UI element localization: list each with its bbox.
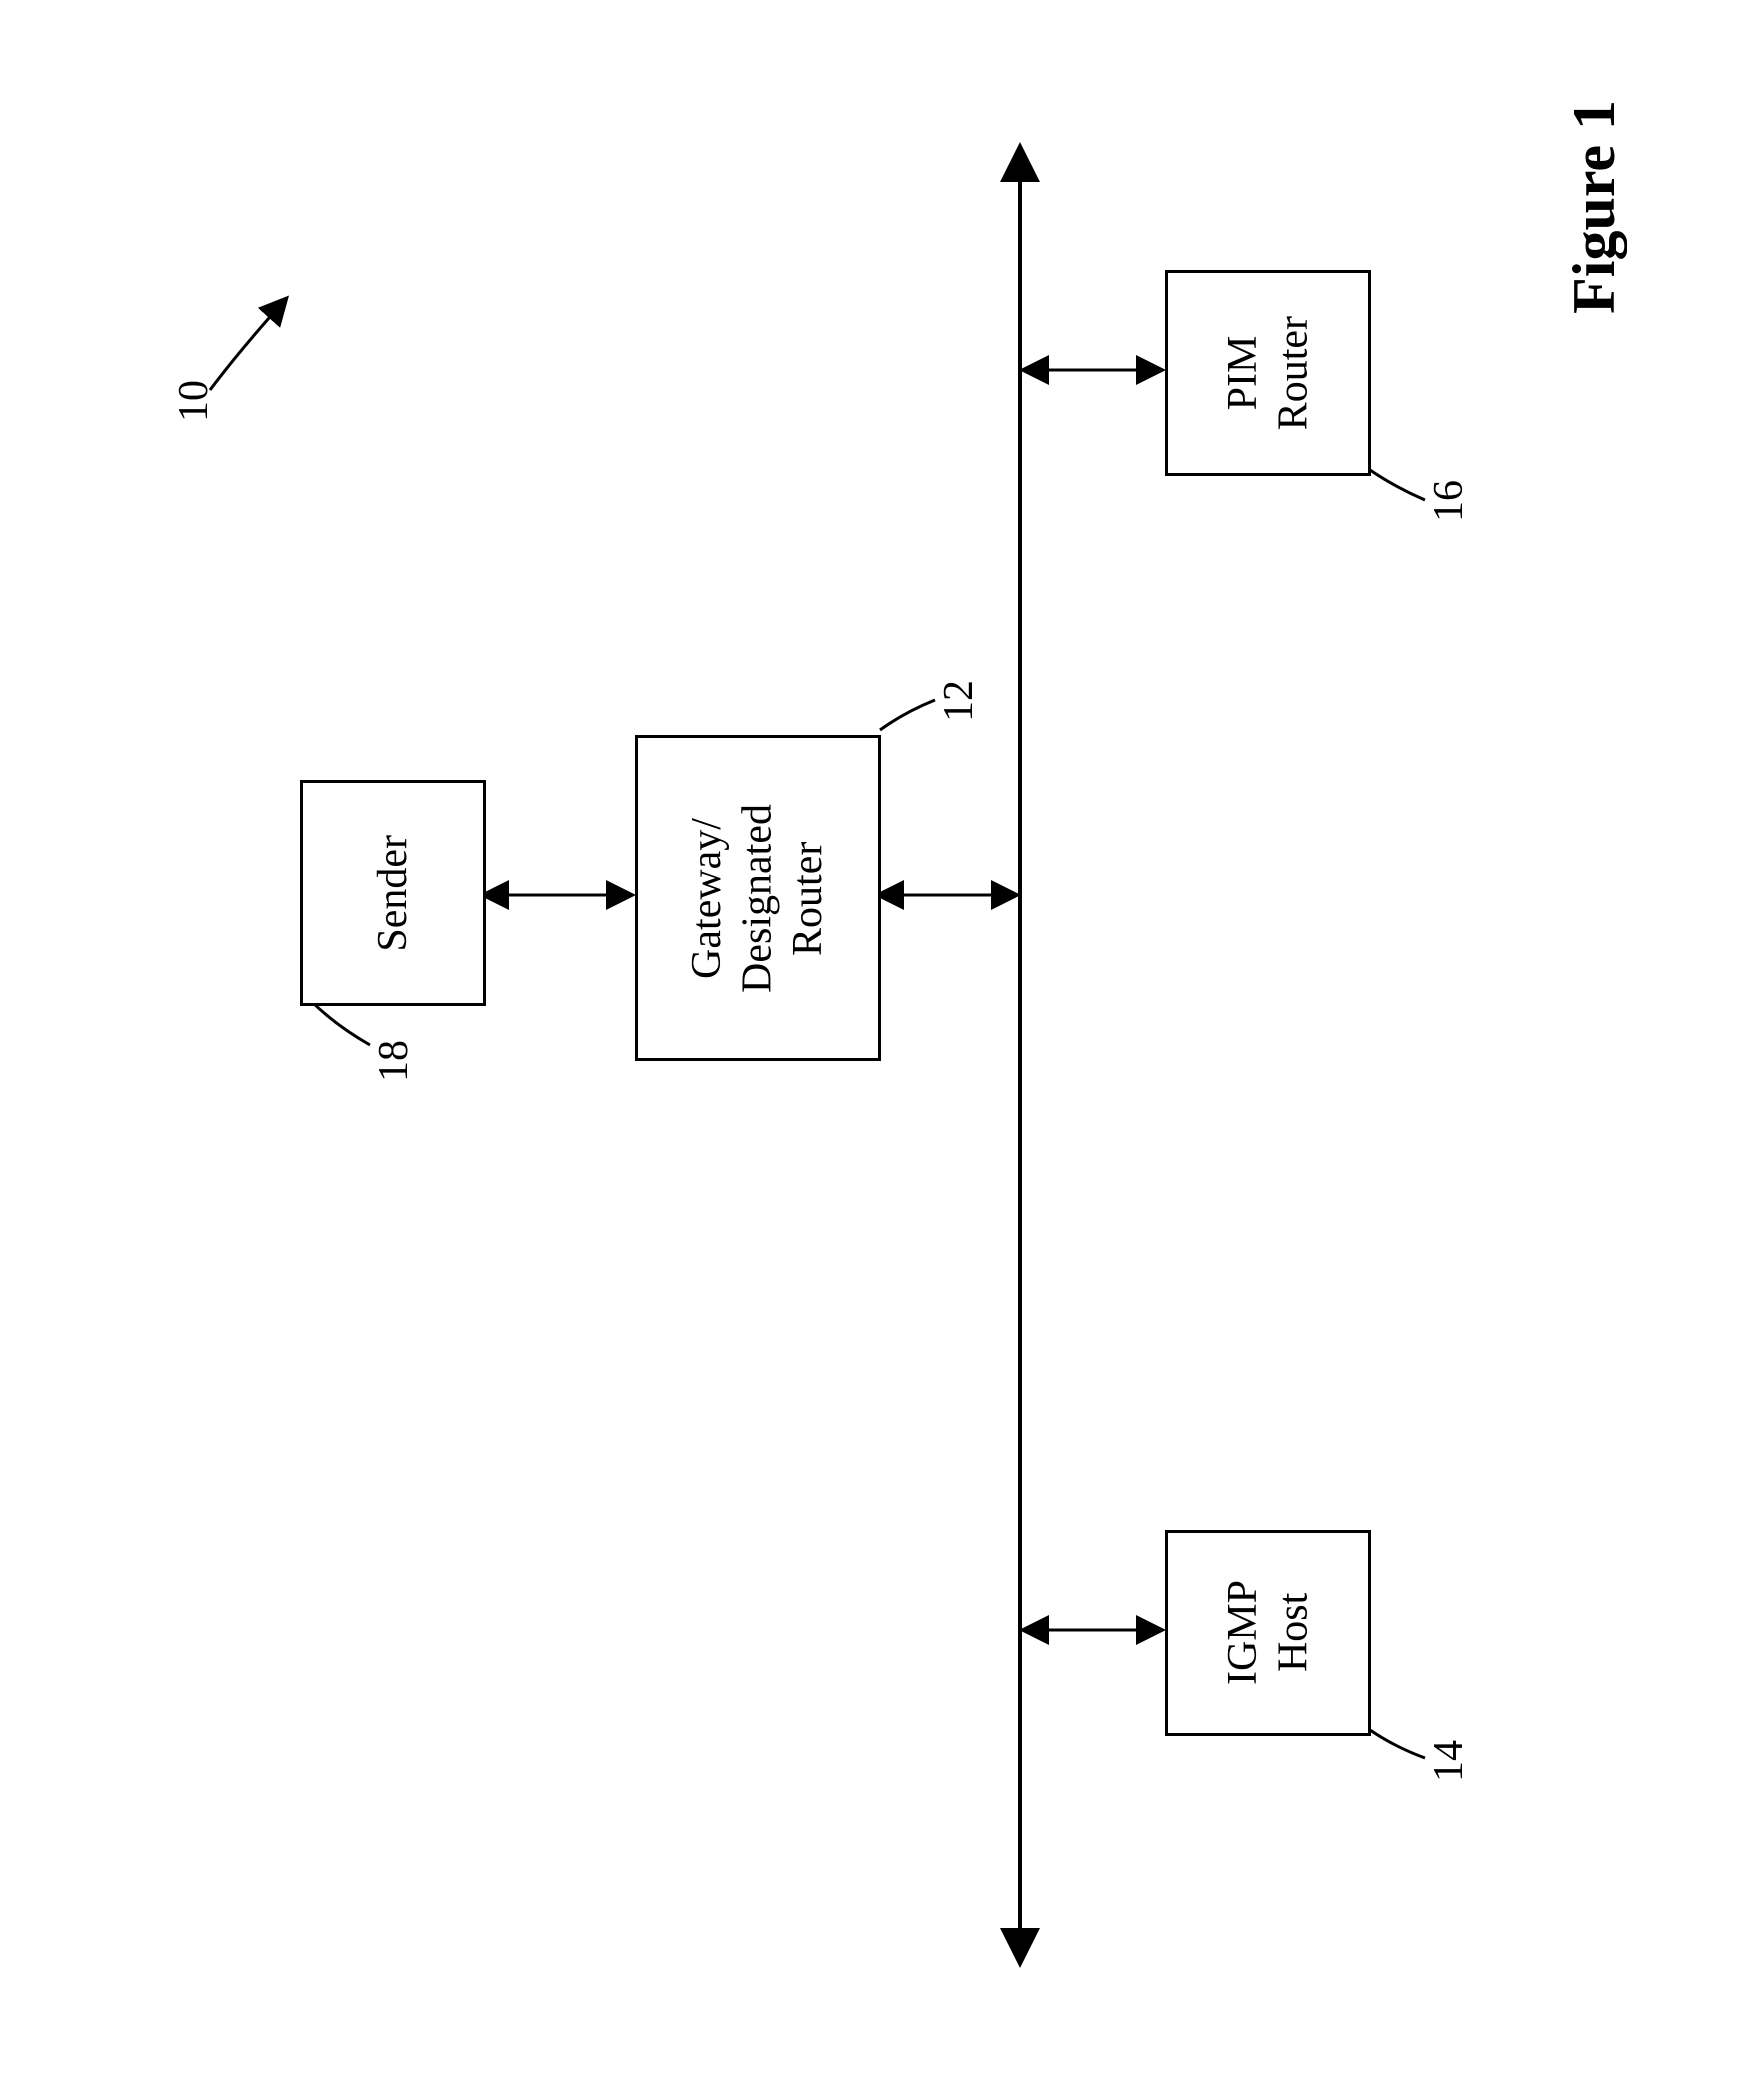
diagram-canvas: Sender Gateway/ Designated Router IGMP H…	[0, 0, 1747, 2085]
igmp-label-line2: Host	[1270, 1593, 1316, 1672]
figure-label: Figure 1	[1560, 100, 1629, 314]
gateway-label-line2: Designated	[735, 804, 781, 993]
sender-label: Sender	[368, 835, 418, 952]
pim-label: PIM Router	[1218, 316, 1319, 430]
gateway-label-line3: Router	[785, 841, 831, 955]
ref-16: 16	[1425, 480, 1473, 522]
ref-12: 12	[935, 680, 983, 722]
pim-label-line1: PIM	[1220, 336, 1266, 411]
igmp-label-line1: IGMP	[1220, 1580, 1266, 1685]
sender-box: Sender	[300, 780, 486, 1006]
ref-18: 18	[370, 1040, 418, 1082]
gateway-label: Gateway/ Designated Router	[682, 804, 833, 993]
pim-label-line2: Router	[1270, 316, 1316, 430]
pim-router-box: PIM Router	[1165, 270, 1371, 476]
ref-14: 14	[1425, 1740, 1473, 1782]
ref-10: 10	[170, 380, 218, 422]
igmp-host-box: IGMP Host	[1165, 1530, 1371, 1736]
gateway-label-line1: Gateway/	[684, 818, 730, 979]
gateway-box: Gateway/ Designated Router	[635, 735, 881, 1061]
igmp-label: IGMP Host	[1218, 1580, 1319, 1685]
